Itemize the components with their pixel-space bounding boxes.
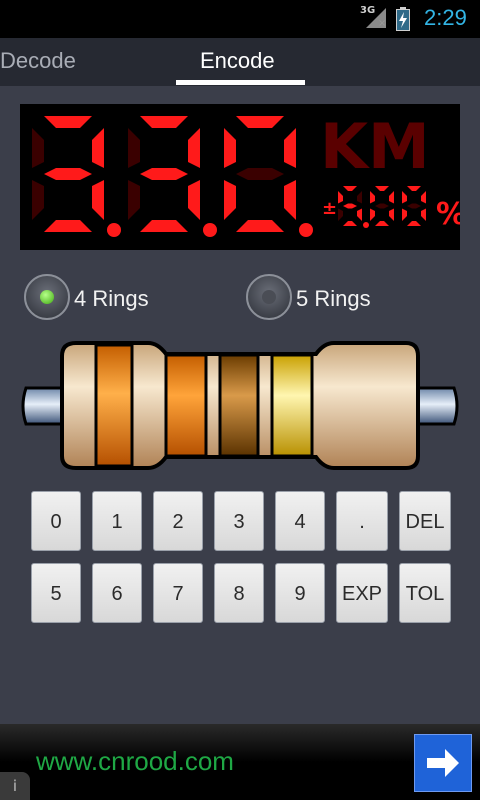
led-segment: [284, 180, 296, 220]
no-data-icon: ×: [378, 18, 387, 29]
tolerance-digit: [370, 186, 394, 226]
tab-decode[interactable]: Decode: [0, 48, 76, 74]
active-tab-indicator: [176, 80, 305, 85]
led-decimal-point: [203, 223, 217, 237]
tolerance-percent: %: [436, 197, 460, 232]
ad-url[interactable]: www.cnrood.com: [36, 746, 234, 777]
key-delete[interactable]: DEL: [399, 491, 451, 551]
resistor-band-1: [94, 343, 134, 468]
led-segment: [284, 128, 296, 168]
ad-banner[interactable]: www.cnrood.com: [0, 724, 480, 800]
led-segment: [343, 186, 357, 191]
tolerance-digit: [402, 186, 426, 226]
tolerance-sign: ±: [322, 198, 337, 219]
led-segment: [375, 186, 389, 191]
radio-selected-dot: [40, 290, 54, 304]
key-exponent[interactable]: EXP: [336, 563, 388, 623]
led-segment: [402, 208, 407, 221]
led-segment: [370, 191, 375, 204]
radio-circle[interactable]: [24, 274, 70, 320]
led-segment: [407, 221, 421, 226]
led-segment: [370, 208, 375, 221]
radio-label-4-rings: 4 Rings: [74, 286, 149, 311]
network-type: 3G: [360, 5, 376, 16]
led-digit: [32, 116, 104, 232]
led-segment: [357, 208, 362, 221]
led-segment: [407, 186, 421, 191]
radio-4-rings[interactable]: 4 Rings: [24, 274, 174, 320]
led-segment: [375, 221, 389, 226]
led-segment: [188, 180, 200, 220]
unit-label: KM: [320, 110, 430, 183]
led-readout: KM ±%: [32, 110, 460, 237]
led-segment: [188, 128, 200, 168]
info-icon[interactable]: i: [0, 772, 30, 800]
led-segment: [338, 191, 343, 204]
radio-5-rings[interactable]: 5 Rings: [246, 274, 396, 320]
led-segment: [44, 116, 92, 128]
led-digit: [128, 116, 200, 232]
key-6[interactable]: 6: [92, 563, 142, 623]
led-segment: [32, 128, 44, 168]
led-digit: [224, 116, 296, 232]
status-bar: 3G × 2:29: [0, 0, 480, 38]
led-segment: [140, 168, 188, 180]
resistor-band-4: [270, 353, 314, 458]
resistor-band-2: [164, 353, 208, 458]
led-segment: [32, 180, 44, 220]
key-3[interactable]: 3: [214, 491, 264, 551]
led-segment: [236, 168, 284, 180]
key-tolerance[interactable]: TOL: [399, 563, 451, 623]
battery-charging-icon: [396, 7, 410, 31]
key-0[interactable]: 0: [31, 491, 81, 551]
key-1[interactable]: 1: [92, 491, 142, 551]
led-decimal-point: [299, 223, 313, 237]
led-segment: [140, 220, 188, 232]
radio-unselected-dot: [262, 290, 276, 304]
resistor-band-3: [218, 353, 260, 458]
led-segment: [44, 220, 92, 232]
led-segment: [343, 203, 357, 209]
led-segment: [389, 191, 394, 204]
tab-encode[interactable]: Encode: [200, 48, 275, 74]
key-9[interactable]: 9: [275, 563, 325, 623]
radio-label-5-rings: 5 Rings: [296, 286, 371, 311]
value-display: KM ±%: [20, 104, 460, 250]
led-segment: [407, 203, 421, 209]
key-5[interactable]: 5: [31, 563, 81, 623]
radio-circle[interactable]: [246, 274, 292, 320]
clock: 2:29: [424, 5, 467, 30]
led-segment: [357, 191, 362, 204]
led-segment: [128, 180, 140, 220]
led-segment: [92, 128, 104, 168]
led-segment: [140, 116, 188, 128]
tab-bar: Decode Encode: [0, 38, 480, 86]
led-segment: [128, 128, 140, 168]
tolerance-decimal-point: [363, 222, 369, 228]
led-segment: [375, 203, 389, 209]
led-segment: [224, 128, 236, 168]
key-decimal-point[interactable]: .: [336, 491, 388, 551]
led-segment: [338, 208, 343, 221]
led-segment: [224, 180, 236, 220]
tolerance-digit: [338, 186, 362, 226]
led-segment: [421, 191, 426, 204]
led-decimal-point: [107, 223, 121, 237]
led-segment: [44, 168, 92, 180]
led-segment: [92, 180, 104, 220]
led-segment: [343, 221, 357, 226]
key-4[interactable]: 4: [275, 491, 325, 551]
key-8[interactable]: 8: [214, 563, 264, 623]
led-segment: [236, 116, 284, 128]
key-2[interactable]: 2: [153, 491, 203, 551]
key-7[interactable]: 7: [153, 563, 203, 623]
arrow-right-icon[interactable]: [414, 734, 472, 792]
led-segment: [402, 191, 407, 204]
resistor-illustration: [21, 341, 459, 470]
led-segment: [389, 208, 394, 221]
led-segment: [421, 208, 426, 221]
led-segment: [236, 220, 284, 232]
